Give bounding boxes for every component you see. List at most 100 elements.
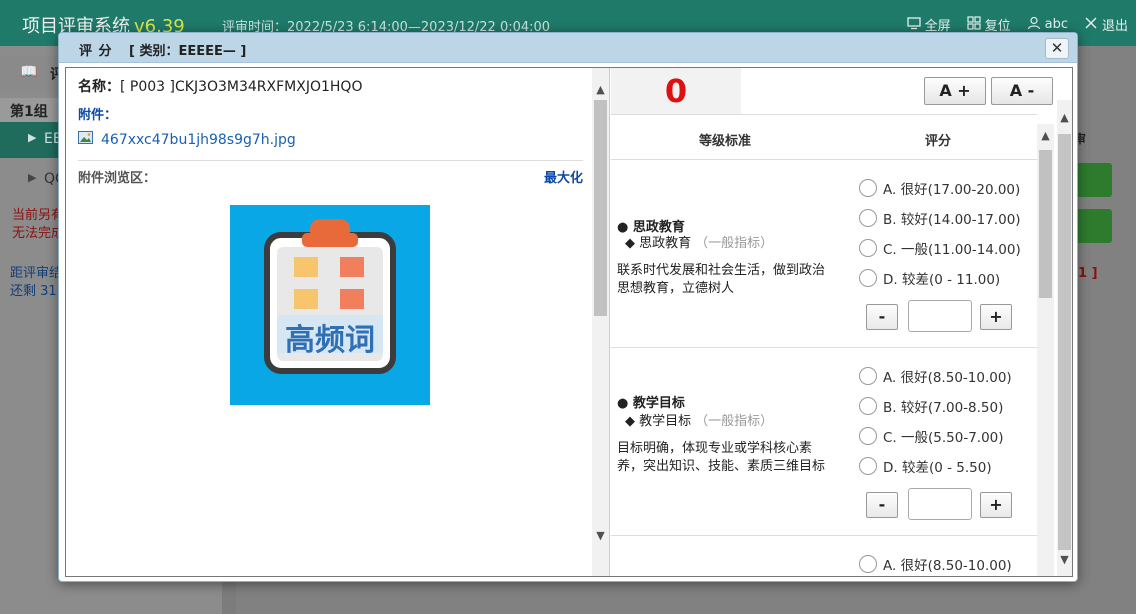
decrease-score-button[interactable]: - [866,304,898,330]
criterion-hint: （一般指标） [695,236,774,251]
option-a-radio[interactable]: A. 很好(17.00-20.00) [859,178,1020,198]
close-icon [1084,16,1098,34]
score-input[interactable] [908,300,972,332]
radio-circle [859,209,877,227]
caret-icon: ▶ [28,131,37,144]
score-input[interactable] [908,488,972,520]
bg-group-label: 第1组 [10,104,48,120]
total-score-box: 0 [611,68,741,114]
attachment-file-name: 467xxc47bu1jh98s9g7h.jpg [101,131,296,148]
image-file-icon [78,131,93,148]
option-d-radio[interactable]: D. 较差(0 - 11.00) [859,268,1000,288]
book-icon: 📖 [20,64,38,80]
project-name-value: [ P003 ]CKJ3O3M34RXFMXJO1HQO [120,79,363,95]
radio-circle [859,427,877,445]
option-label: D. 较差(0 - 5.50) [883,460,992,476]
option-a-radio[interactable]: A. 很好(8.50-10.00) [859,366,1012,386]
attachment-label: 附件： [78,108,118,123]
preview-label: 附件浏览区： [78,171,157,186]
close-icon: ✕ [1050,39,1064,57]
score-table-header: 等级标准 评分 [611,114,1037,160]
scroll-up-icon[interactable]: ▲ [1037,128,1054,144]
attachment-pane: 名称：[ P003 ]CKJ3O3M34RXFMXJO1HQO 附件： 467x… [66,68,610,576]
option-label: B. 较好(7.00-8.50) [883,400,1004,416]
option-a-radio[interactable]: A. 很好(8.50-10.00) [859,554,1012,574]
clipboard-icon [264,219,396,374]
scoring-dialog: 评 分 [ 类别：EEEEE— ] ✕ 名称：[ P003 ]CKJ3O3M34… [58,32,1078,582]
option-label: A. 很好(17.00-20.00) [883,182,1021,198]
user-icon [1027,16,1041,34]
criterion-sub-label: ◆ 思政教育 [625,236,692,251]
dialog-title: 评 分 [79,44,113,59]
criterion-description: 联系时代发展和社会生活，做到政治思想教育，立德树人 [617,263,826,296]
bg-time-1: 距评审结 [10,266,63,281]
preview-bar: 附件浏览区： 最大化 [78,167,583,186]
attachment-preview-image: 高频词 [230,205,430,405]
option-b-radio[interactable]: B. 较好(14.00-17.00) [859,208,1021,228]
column-score: 评分 [925,134,952,149]
bg-page-mark: 1 ] [1078,266,1098,281]
scroll-thumb[interactable] [1039,150,1052,298]
option-label: A. 很好(8.50-10.00) [883,370,1012,386]
radio-circle [859,457,877,475]
radio-circle [859,555,877,573]
user-label: abc [1044,17,1068,32]
scroll-up-icon[interactable]: ▲ [1056,110,1072,126]
scroll-thumb[interactable] [594,100,607,316]
divider [78,160,583,161]
criterion-hint: （一般指标） [695,414,774,429]
option-label: A. 很好(8.50-10.00) [883,558,1012,574]
option-d-radio[interactable]: D. 较差(0 - 5.50) [859,456,992,476]
bg-warning-2: 无法完成 [12,226,65,241]
criterion-subtitle: ◆ 教学目标 （一般指标） [625,410,773,429]
attachment-file-link[interactable]: 467xxc47bu1jh98s9g7h.jpg [78,131,583,148]
radio-circle [859,397,877,415]
project-name-label: 名称： [78,79,120,95]
project-name: 名称：[ P003 ]CKJ3O3M34RXFMXJO1HQO [78,76,583,96]
dialog-category: [ 类别：EEEEE— ] [129,44,247,59]
dialog-close-button[interactable]: ✕ [1045,38,1069,59]
bg-time-2: 还剩 31 [10,284,57,299]
caret-icon: ▶ [28,171,37,184]
increase-score-button[interactable]: + [980,304,1012,330]
dialog-body: 名称：[ P003 ]CKJ3O3M34RXFMXJO1HQO 附件： 467x… [65,67,1073,577]
decrease-score-button[interactable]: - [866,492,898,518]
scroll-down-icon[interactable]: ▼ [1056,552,1072,568]
font-increase-button[interactable]: A + [924,77,986,105]
option-b-radio[interactable]: B. 较好(7.00-8.50) [859,396,1003,416]
logout-button[interactable]: 退出 [1084,15,1128,34]
total-score: 0 [664,72,688,110]
fullscreen-icon [906,16,921,34]
font-decrease-button[interactable]: A - [991,77,1053,105]
criterion-sub-label: ◆ 教学目标 [625,414,692,429]
option-c-radio[interactable]: C. 一般(5.50-7.00) [859,426,1004,446]
option-label: D. 较差(0 - 11.00) [883,272,1001,288]
criterion-row: A. 很好(8.50-10.00) [611,536,1037,576]
criterion-title: ● 教学目标 [617,396,685,411]
option-label: C. 一般(5.50-7.00) [883,430,1004,446]
scroll-up-icon[interactable]: ▲ [592,82,609,98]
grid-icon [966,15,981,34]
bg-warning-1: 当前另有 [12,208,65,223]
logout-label: 退出 [1101,19,1128,34]
option-label: B. 较好(14.00-17.00) [883,212,1021,228]
radio-circle [859,367,877,385]
scoring-scrollbar[interactable]: ▲ ▼ [1057,100,1072,576]
scoring-pane: 0 A + A - 等级标准 评分 ● 思政教育 ◆ 思政教育 （一般指标） 联系… [611,68,1072,576]
criteria-scrollbar[interactable]: ▲ [1037,124,1054,576]
scroll-thumb[interactable] [1058,134,1071,550]
maximize-link[interactable]: 最大化 [544,167,583,186]
scroll-down-icon[interactable]: ▼ [592,528,609,544]
radio-circle [859,179,877,197]
radio-circle [859,269,877,287]
attachment-scrollbar[interactable]: ▲ ▼ [592,68,609,576]
criterion-subtitle: ◆ 思政教育 （一般指标） [625,232,773,251]
radio-circle [859,239,877,257]
criterion-row: ● 思政教育 ◆ 思政教育 （一般指标） 联系时代发展和社会生活，做到政治思想教育… [611,160,1037,348]
criterion-description: 目标明确，体现专业或学科核心素养，突出知识、技能、素质三维目标 [617,441,826,474]
column-level-standard: 等级标准 [699,134,752,149]
increase-score-button[interactable]: + [980,492,1012,518]
option-label: C. 一般(11.00-14.00) [883,242,1021,258]
preview-image-text: 高频词 [285,323,375,358]
option-c-radio[interactable]: C. 一般(11.00-14.00) [859,238,1021,258]
